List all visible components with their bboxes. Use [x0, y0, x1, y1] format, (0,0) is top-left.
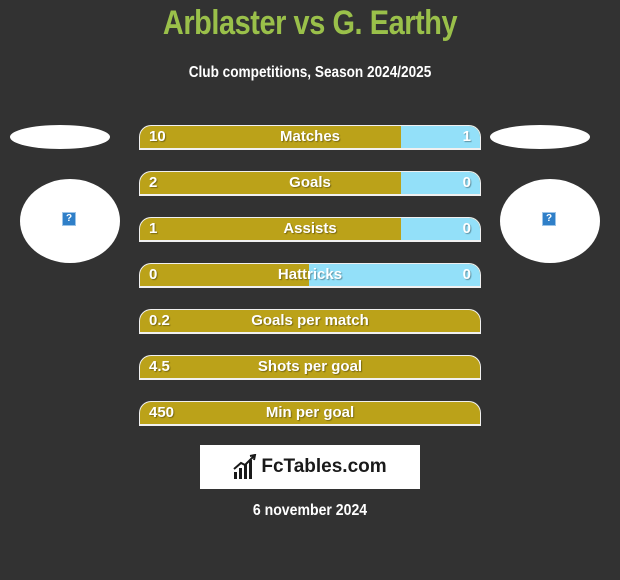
stat-label: Shots per goal: [257, 358, 363, 375]
stat-label: Goals per match: [251, 312, 369, 329]
brand-text: FcTables.com: [261, 456, 387, 477]
stat-label: Min per goal: [265, 404, 355, 421]
stat-row: 2 Goals 0: [139, 171, 481, 196]
right-player-logo: ?: [500, 179, 600, 263]
stat-row: 0 Hattricks 0: [139, 263, 481, 288]
page-subtitle: Club competitions, Season 2024/2025: [188, 64, 432, 81]
bar-chart-icon: [233, 454, 257, 479]
brand-logo[interactable]: FcTables.com: [200, 445, 420, 489]
stat-row: 450 Min per goal: [139, 401, 481, 426]
stat-label: Assists: [283, 220, 337, 237]
stat-label: Hattricks: [277, 266, 343, 283]
right-value: 0: [462, 266, 471, 283]
left-player-name-oval: [10, 125, 110, 149]
image-placeholder-icon: ?: [62, 212, 76, 226]
stat-row: 10 Matches 1: [139, 125, 481, 150]
date-label: 6 november 2024: [252, 502, 368, 519]
right-player-name-oval: [490, 125, 590, 149]
stat-row: 1 Assists 0: [139, 217, 481, 242]
right-value: 0: [462, 220, 471, 237]
image-placeholder-icon: ?: [542, 212, 556, 226]
stat-label: Goals: [289, 174, 331, 191]
right-value: 0: [462, 174, 471, 191]
right-value: 1: [462, 128, 471, 145]
page-title: Arblaster vs G. Earthy: [162, 4, 458, 42]
left-player-logo: ?: [20, 179, 120, 263]
stat-row: 0.2 Goals per match: [139, 309, 481, 334]
stat-label: Matches: [279, 128, 341, 145]
stat-row: 4.5 Shots per goal: [139, 355, 481, 380]
